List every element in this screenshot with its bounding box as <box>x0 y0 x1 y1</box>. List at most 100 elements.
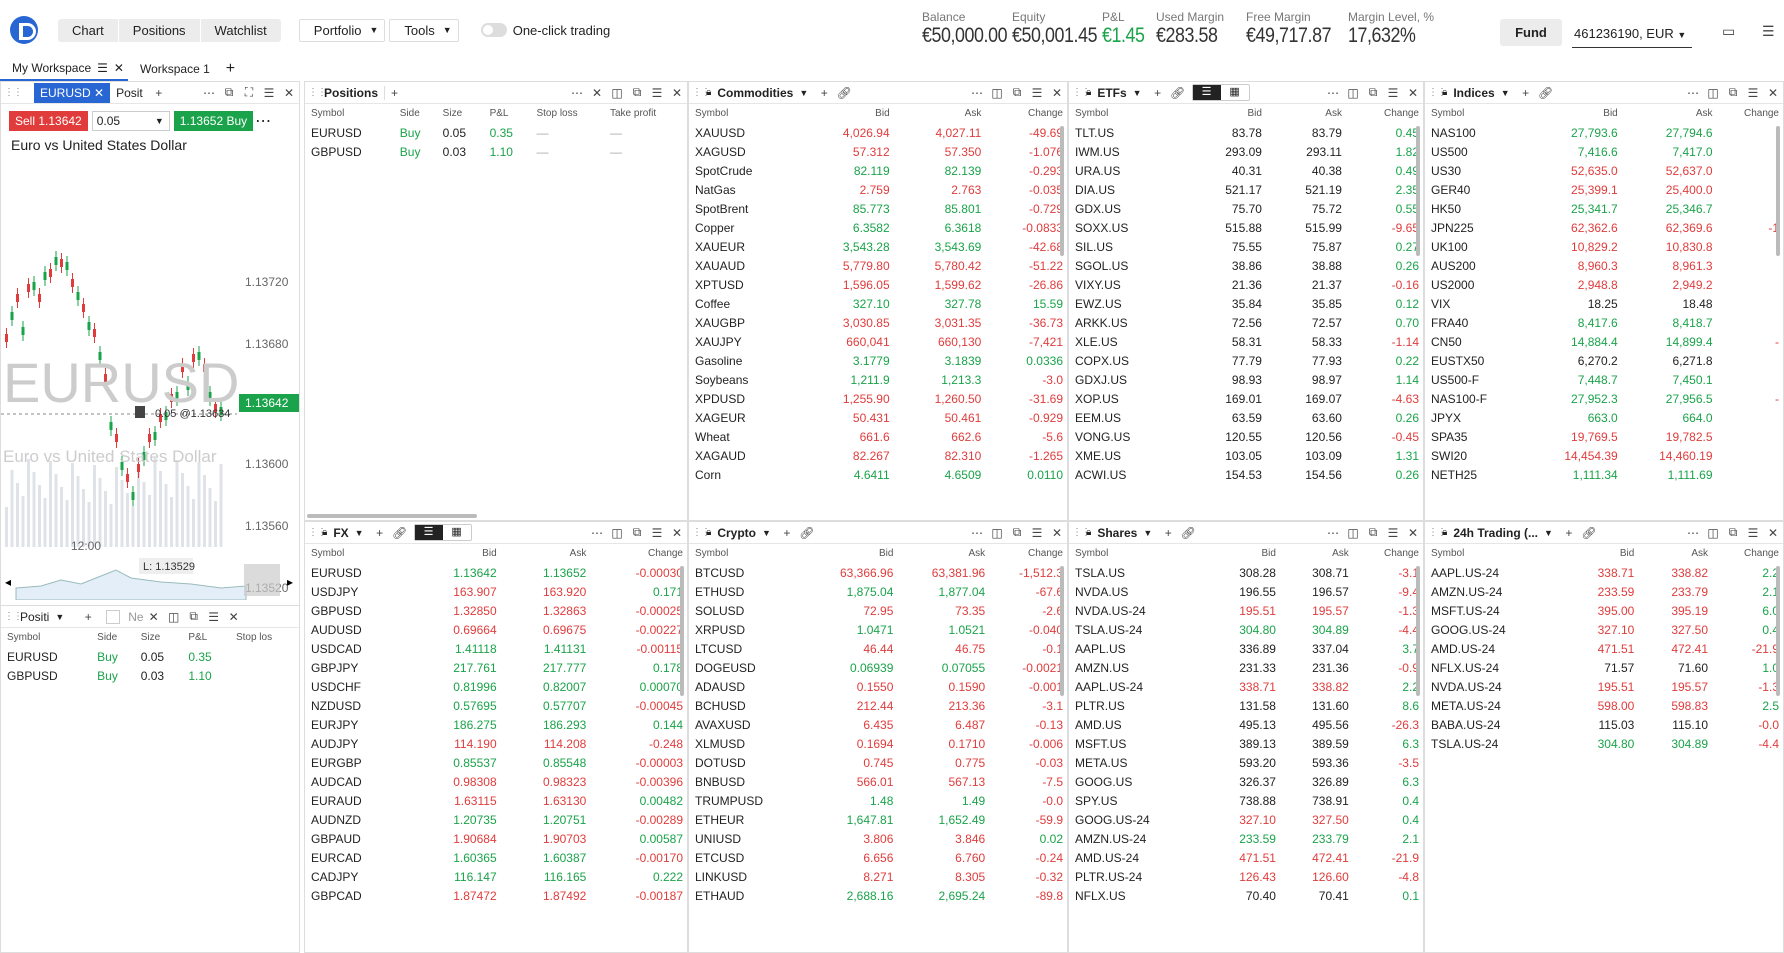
ask-cell[interactable]: 1.87492 <box>501 886 591 905</box>
grid-view-icon[interactable]: ▦ <box>443 525 471 540</box>
ask-cell[interactable]: 196.57 <box>1280 582 1353 601</box>
ask-cell[interactable]: 71.60 <box>1638 658 1712 677</box>
tab-positions[interactable]: Posit <box>110 86 149 100</box>
bid-cell[interactable]: 0.57695 <box>411 696 501 715</box>
bid-cell[interactable]: 14,884.4 <box>1527 332 1622 351</box>
bid-cell[interactable]: 25,341.7 <box>1527 199 1622 218</box>
table-row[interactable]: XPDUSD 1,255.90 1,260.50 -31.69 <box>689 389 1067 408</box>
ask-cell[interactable]: 0.85548 <box>501 753 591 772</box>
bid-cell[interactable]: 1,111.34 <box>1527 465 1622 484</box>
panel-title[interactable]: Crypto <box>711 526 762 540</box>
ask-cell[interactable]: 231.36 <box>1280 658 1353 677</box>
ask-cell[interactable]: 75.72 <box>1266 199 1346 218</box>
ask-cell[interactable]: 154.56 <box>1266 465 1346 484</box>
ask-cell[interactable]: 1.13652 <box>501 563 591 582</box>
bid-cell[interactable]: 598.00 <box>1565 696 1639 715</box>
bid-cell[interactable]: 327.10 <box>1565 620 1639 639</box>
ask-cell[interactable]: 82.139 <box>894 161 986 180</box>
table-row[interactable]: Wheat 661.6 662.6 -5.6 <box>689 427 1067 446</box>
split-icon[interactable]: ◫ <box>1343 526 1363 540</box>
table-row[interactable]: NFLX.US-24 71.57 71.60 1.0 <box>1425 658 1783 677</box>
column-header[interactable]: Change <box>1346 104 1423 123</box>
more-icon[interactable]: ⋯ <box>255 111 271 131</box>
popout-icon[interactable]: ⧉ <box>1363 85 1383 100</box>
ask-cell[interactable]: 0.82007 <box>501 677 591 696</box>
ask-cell[interactable]: 131.60 <box>1280 696 1353 715</box>
table-row[interactable]: JPN225 62,362.6 62,369.6 -1 <box>1425 218 1783 237</box>
bid-cell[interactable]: 495.13 <box>1207 715 1280 734</box>
ask-cell[interactable]: 8,418.7 <box>1622 313 1717 332</box>
menu-icon[interactable]: ☰ <box>259 86 279 100</box>
column-header[interactable]: Ask <box>1622 104 1717 123</box>
ask-cell[interactable]: 186.293 <box>501 715 591 734</box>
link-icon[interactable]: 🔗︎ <box>797 526 817 540</box>
ask-cell[interactable]: 72.57 <box>1266 313 1346 332</box>
quantity-input[interactable]: 0.05 ▼ <box>91 111 170 131</box>
ask-cell[interactable]: 1,213.3 <box>894 370 986 389</box>
link-icon[interactable]: 🔗︎ <box>390 526 410 540</box>
table-row[interactable]: AMD.US-24 471.51 472.41 -21.9 <box>1069 848 1423 867</box>
bid-cell[interactable]: 3,543.28 <box>802 237 894 256</box>
more-icon[interactable]: ⋯ <box>1683 86 1703 100</box>
vertical-scrollbar[interactable] <box>1416 126 1420 256</box>
column-header[interactable]: Bid <box>802 104 894 123</box>
popout-icon[interactable]: ⧉ <box>1007 85 1027 100</box>
bid-cell[interactable]: 8,417.6 <box>1527 313 1622 332</box>
ask-cell[interactable]: 6,271.8 <box>1622 351 1717 370</box>
bid-cell[interactable]: 1,255.90 <box>802 389 894 408</box>
column-header[interactable]: Change <box>985 104 1067 123</box>
table-row[interactable]: Gasoline 3.1779 3.1839 0.0336 <box>689 351 1067 370</box>
close-icon[interactable]: ✕ <box>224 610 244 624</box>
table-row[interactable]: EURCAD 1.60365 1.60387 -0.00170 <box>305 848 687 867</box>
table-row[interactable]: GOOG.US-24 327.10 327.50 0.4 <box>1069 810 1423 829</box>
drag-handle-icon[interactable]: ⋮⋮ <box>4 87 23 98</box>
ask-cell[interactable]: 233.79 <box>1280 829 1353 848</box>
bid-cell[interactable]: 0.81996 <box>411 677 501 696</box>
ask-cell[interactable]: 19,782.5 <box>1622 427 1717 446</box>
table-row[interactable]: GOOG.US 326.37 326.89 6.3 <box>1069 772 1423 791</box>
popout-icon[interactable]: ⧉ <box>1363 525 1383 540</box>
bid-cell[interactable]: 5,779.80 <box>802 256 894 275</box>
bid-cell[interactable]: 195.51 <box>1207 601 1280 620</box>
more-icon[interactable]: ⋯ <box>587 526 607 540</box>
bid-cell[interactable]: 2,948.8 <box>1527 275 1622 294</box>
bid-cell[interactable]: 82.267 <box>802 446 894 465</box>
more-icon[interactable]: ⋯ <box>967 86 987 100</box>
plus-icon[interactable]: + <box>1516 86 1536 100</box>
table-row[interactable]: GBPAUD 1.90684 1.90703 0.00587 <box>305 829 687 848</box>
ask-cell[interactable]: 327.50 <box>1638 620 1712 639</box>
ask-cell[interactable]: 0.1710 <box>897 734 989 753</box>
ask-cell[interactable]: 18.48 <box>1622 294 1717 313</box>
table-row[interactable]: VONG.US 120.55 120.56 -0.45 <box>1069 427 1423 446</box>
table-row[interactable]: GBPJPY 217.761 217.777 0.178 <box>305 658 687 677</box>
table-row[interactable]: XAGAUD 82.267 82.310 -1.265 <box>689 446 1067 465</box>
ask-cell[interactable]: 338.82 <box>1638 563 1712 582</box>
bid-cell[interactable]: 98.93 <box>1186 370 1266 389</box>
column-header[interactable]: Symbol <box>1425 544 1565 563</box>
table-row[interactable]: AAPL.US 336.89 337.04 3.7 <box>1069 639 1423 658</box>
bid-cell[interactable]: 126.43 <box>1207 867 1280 886</box>
table-row[interactable]: SGOL.US 38.86 38.88 0.26 <box>1069 256 1423 275</box>
ask-cell[interactable]: 395.19 <box>1638 601 1712 620</box>
column-header[interactable]: Symbol <box>689 544 806 563</box>
bid-cell[interactable]: 35.84 <box>1186 294 1266 313</box>
bid-cell[interactable]: 70.40 <box>1207 886 1280 905</box>
column-header[interactable]: Take profit <box>606 104 687 123</box>
bid-cell[interactable]: 3.806 <box>806 829 898 848</box>
column-header[interactable]: Ask <box>894 104 986 123</box>
popout-icon[interactable]: ⧉ <box>1007 525 1027 540</box>
chevron-down-icon[interactable]: ▼ <box>355 528 364 538</box>
bid-cell[interactable]: 6.656 <box>806 848 898 867</box>
table-row[interactable]: AVAXUSD 6.435 6.487 -0.13 <box>689 715 1067 734</box>
drag-handle-icon[interactable]: ⋮⋮ <box>308 87 327 98</box>
table-row[interactable]: EEM.US 63.59 63.60 0.26 <box>1069 408 1423 427</box>
buy-button[interactable]: 1.13652 Buy <box>173 111 254 131</box>
table-row[interactable]: US30 52,635.0 52,637.0 <box>1425 161 1783 180</box>
navigator-window[interactable] <box>244 564 280 596</box>
ask-cell[interactable]: 338.82 <box>1280 677 1353 696</box>
column-header[interactable]: Symbol <box>1069 104 1186 123</box>
table-row[interactable]: AUDJPY 114.190 114.208 -0.248 <box>305 734 687 753</box>
more-icon[interactable]: ⋯ <box>199 86 219 100</box>
table-row[interactable]: XLMUSD 0.1694 0.1710 -0.006 <box>689 734 1067 753</box>
ask-cell[interactable]: 472.41 <box>1638 639 1712 658</box>
